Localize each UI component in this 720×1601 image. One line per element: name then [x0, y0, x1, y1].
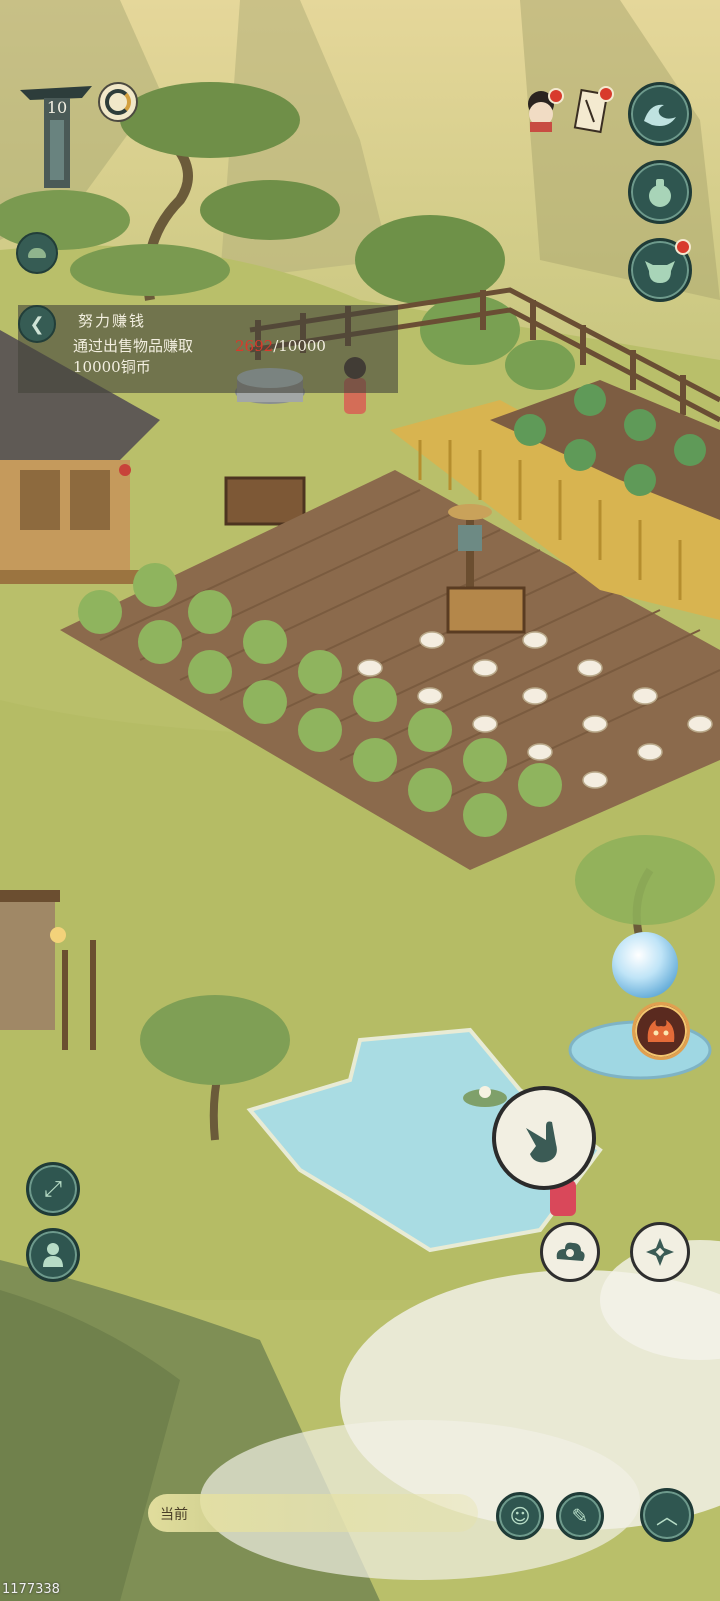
locate-player-button[interactable]	[26, 1228, 80, 1282]
wave-skill-icon	[644, 104, 676, 126]
gourd-bag-icon	[649, 179, 671, 207]
notification-dot	[598, 86, 614, 102]
farm-scene	[0, 0, 720, 1601]
map-toggle-icon	[28, 248, 46, 258]
chevron-up-icon: ︿	[655, 1505, 678, 1530]
quest-tracker[interactable]: ❮ 努力赚钱 通过出售物品赚取 2692/10000 10000铜币	[18, 305, 398, 393]
expand-arrows-icon: ⤢	[44, 1176, 62, 1202]
quest-collapse-button[interactable]: ❮	[18, 305, 56, 343]
cloud-swirl-icon	[556, 1242, 585, 1261]
quest-progress-total: /10000	[273, 337, 326, 355]
ox-head-icon	[645, 261, 675, 283]
smile-emote-icon: ☺	[509, 1504, 531, 1528]
notification-dot	[675, 239, 691, 255]
cloud-skill-button[interactable]	[540, 1222, 600, 1282]
currency-button[interactable]	[98, 82, 138, 122]
npc-portrait-button[interactable]	[518, 88, 564, 134]
coin-ring-icon	[105, 89, 131, 115]
interact-button[interactable]	[492, 1086, 596, 1190]
skill-wave-button[interactable]	[628, 82, 692, 146]
expand-view-button[interactable]: ⤢	[26, 1162, 80, 1216]
player-level: 10	[46, 98, 68, 117]
compose-button[interactable]: ✎	[556, 1492, 604, 1540]
build-id-label: 1177338	[2, 1582, 60, 1597]
companion-button[interactable]	[628, 238, 692, 302]
quest-progress-current: 2692	[235, 337, 274, 355]
quest-description: 通过出售物品赚取 2692/10000 10000铜币	[73, 336, 393, 378]
dodge-skill-button[interactable]	[630, 1222, 690, 1282]
level-banner[interactable]: 10	[16, 80, 96, 196]
back-arrow-icon: ❮	[29, 313, 45, 335]
emote-button[interactable]: ☺	[496, 1492, 544, 1540]
quest-desc-reward: 10000铜币	[73, 358, 151, 376]
map-toggle-button[interactable]	[16, 232, 58, 274]
shuriken-diamond-icon	[646, 1238, 674, 1266]
quest-title: 努力赚钱	[78, 312, 147, 330]
inventory-bag-button[interactable]	[628, 160, 692, 224]
fire-beast-icon	[647, 1020, 675, 1042]
notification-dot	[548, 88, 564, 104]
fire-beast-skill-button[interactable]	[632, 1002, 690, 1060]
person-marker-icon	[43, 1243, 63, 1267]
mail-scroll-button[interactable]	[572, 86, 614, 136]
chat-bar[interactable]: 当前	[148, 1494, 478, 1532]
brush-write-icon: ✎	[571, 1504, 589, 1528]
expand-menu-button[interactable]: ︿	[640, 1488, 694, 1542]
quest-desc-prefix: 通过出售物品赚取	[73, 337, 194, 355]
tap-hand-icon	[526, 1121, 557, 1163]
chat-channel-label: 当前	[160, 1507, 188, 1523]
